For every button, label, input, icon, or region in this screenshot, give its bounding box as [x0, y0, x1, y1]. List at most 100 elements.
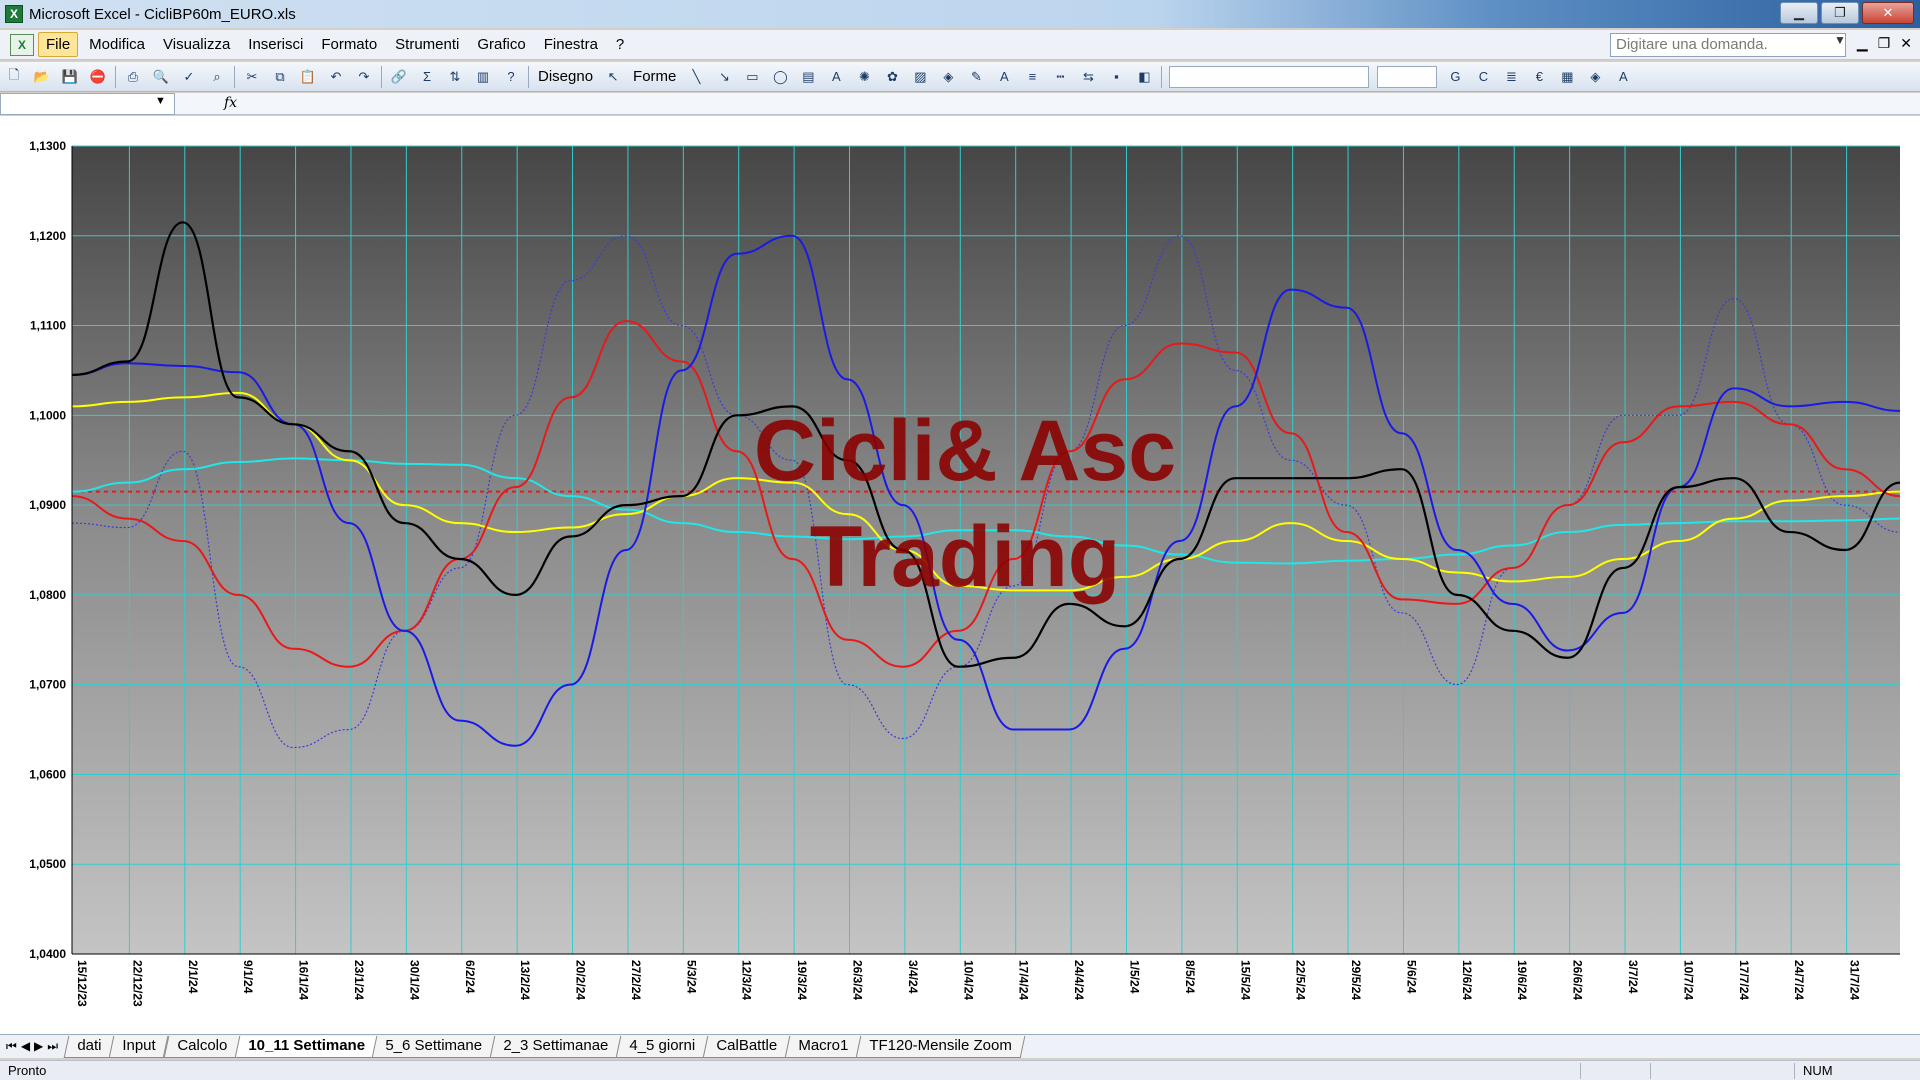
arrow-icon[interactable]: ↘: [713, 66, 735, 88]
fill-color-icon[interactable]: ◈: [1584, 66, 1606, 88]
oval-icon[interactable]: ◯: [769, 66, 791, 88]
copy-icon[interactable]: ⧉: [269, 66, 291, 88]
formula-bar: ▼ fx: [0, 93, 1920, 115]
menu-grafico[interactable]: Grafico: [470, 33, 532, 56]
workbook-icon[interactable]: X: [10, 33, 34, 56]
last-sheet-icon[interactable]: ⏭: [47, 1039, 58, 1054]
draw-menu-button[interactable]: Disegno: [538, 68, 593, 85]
font-size-combo[interactable]: [1377, 65, 1438, 88]
open-icon[interactable]: 📂: [31, 66, 53, 88]
undo-icon[interactable]: ↶: [325, 66, 347, 88]
name-box[interactable]: [0, 93, 175, 115]
rectangle-icon[interactable]: ▭: [741, 66, 763, 88]
ask-question-input[interactable]: Digitare una domanda.: [1610, 33, 1846, 57]
help-icon[interactable]: ?: [500, 66, 522, 88]
chart-area[interactable]: 1,1300 1,1200 1,1100 1,1000 1,0900 1,0800 1,07…: [0, 116, 1920, 1036]
chevron-down-icon[interactable]: ▼: [1834, 33, 1846, 47]
research-icon[interactable]: ⌕: [206, 66, 228, 88]
tab-10-11-settimane[interactable]: 10_11 Settimane: [234, 1035, 378, 1058]
x-tick-label: 3/4/24: [906, 960, 920, 994]
x-tick-label: 19/3/24: [795, 960, 809, 1000]
textbox-icon[interactable]: ▤: [797, 66, 819, 88]
redo-icon[interactable]: ↷: [353, 66, 375, 88]
doc-minimize-button[interactable]: ▁: [1857, 35, 1868, 52]
print-icon[interactable]: ⎙: [122, 66, 144, 88]
x-tick-label: 31/7/24: [1848, 960, 1862, 1000]
minimize-button[interactable]: ▁: [1780, 2, 1818, 24]
first-sheet-icon[interactable]: ⏮: [6, 1039, 17, 1054]
line-icon[interactable]: ╲: [685, 66, 707, 88]
new-icon[interactable]: 🗋: [3, 66, 25, 88]
menu-file[interactable]: File: [38, 32, 79, 57]
cut-icon[interactable]: ✂: [241, 66, 263, 88]
3d-icon[interactable]: ◧: [1133, 66, 1155, 88]
clipart-icon[interactable]: ✿: [881, 66, 903, 88]
paste-icon[interactable]: 📋: [297, 66, 319, 88]
x-tick-label: 5/6/24: [1404, 960, 1418, 994]
autoshapes-button[interactable]: Forme: [633, 68, 676, 85]
save-icon[interactable]: 💾: [59, 66, 81, 88]
tab-calcolo[interactable]: Calcolo: [163, 1035, 241, 1058]
y-tick-label: 1,0400: [29, 947, 66, 961]
bold-button[interactable]: G: [1444, 66, 1466, 88]
fx-icon[interactable]: fx: [224, 95, 237, 111]
prev-sheet-icon[interactable]: ◀: [21, 1039, 30, 1054]
tab-calbattle[interactable]: CalBattle: [702, 1035, 791, 1058]
y-axis-labels: 1,1300 1,1200 1,1100 1,1000 1,0900 1,0800 1,07…: [29, 139, 66, 961]
wordart-icon[interactable]: A: [825, 66, 847, 88]
chevron-down-icon[interactable]: ▼: [155, 95, 166, 107]
restore-button[interactable]: ❐: [1821, 2, 1859, 24]
borders-icon[interactable]: ▦: [1556, 66, 1578, 88]
print-preview-icon[interactable]: 🔍: [150, 66, 172, 88]
menu-visualizza[interactable]: Visualizza: [156, 33, 237, 56]
toolbar-separator: [381, 65, 382, 88]
tab-4-5-giorni[interactable]: 4_5 giorni: [615, 1035, 709, 1058]
menu-finestra[interactable]: Finestra: [537, 33, 605, 56]
chart-wizard-icon[interactable]: ▥: [472, 66, 494, 88]
tab-2-3-settimanae[interactable]: 2_3 Settimanae: [489, 1035, 622, 1058]
menu-strumenti[interactable]: Strumenti: [388, 33, 466, 56]
menu-help[interactable]: ?: [609, 33, 631, 56]
euro-button[interactable]: €: [1528, 66, 1550, 88]
doc-restore-button[interactable]: ❐: [1878, 35, 1891, 52]
fill-color-icon[interactable]: ◈: [937, 66, 959, 88]
font-color-icon[interactable]: A: [993, 66, 1015, 88]
x-tick-label: 23/1/24: [352, 960, 366, 1000]
dash-style-icon[interactable]: ┅: [1049, 66, 1071, 88]
font-color-icon[interactable]: A: [1612, 66, 1634, 88]
permission-icon[interactable]: ⛔: [87, 66, 109, 88]
next-sheet-icon[interactable]: ▶: [34, 1039, 43, 1054]
menu-formato[interactable]: Formato: [314, 33, 384, 56]
doc-close-button[interactable]: ✕: [1900, 35, 1912, 52]
x-tick-label: 3/7/24: [1626, 960, 1640, 994]
font-name-combo[interactable]: [1169, 65, 1370, 88]
autosum-icon[interactable]: Σ: [416, 66, 438, 88]
line-style-icon[interactable]: ≡: [1021, 66, 1043, 88]
sort-icon[interactable]: ⇅: [444, 66, 466, 88]
tab-5-6-settimane[interactable]: 5_6 Settimane: [372, 1035, 496, 1058]
y-tick-label: 1,1000: [29, 408, 66, 422]
y-tick-label: 1,0500: [29, 857, 66, 871]
select-objects-icon[interactable]: ↖: [602, 66, 624, 88]
line-color-icon[interactable]: ✎: [965, 66, 987, 88]
spelling-icon[interactable]: ✓: [178, 66, 200, 88]
chart-svg[interactable]: 1,1300 1,1200 1,1100 1,1000 1,0900 1,0800 1,07…: [0, 116, 1920, 1034]
arrow-style-icon[interactable]: ⇆: [1077, 66, 1099, 88]
close-button[interactable]: ✕: [1862, 2, 1914, 24]
tab-macro1[interactable]: Macro1: [784, 1035, 862, 1058]
shadow-icon[interactable]: ▪: [1105, 66, 1127, 88]
x-tick-label: 27/2/24: [629, 960, 643, 1000]
align-icon[interactable]: ≣: [1500, 66, 1522, 88]
x-tick-label: 1/5/24: [1127, 960, 1141, 994]
picture-icon[interactable]: ▨: [909, 66, 931, 88]
diagram-icon[interactable]: ✺: [853, 66, 875, 88]
tab-dati[interactable]: dati: [63, 1035, 115, 1058]
italic-button[interactable]: C: [1472, 66, 1494, 88]
hyperlink-icon[interactable]: 🔗: [388, 66, 410, 88]
document-controls: ▁ ❐ ✕: [1857, 35, 1912, 52]
tab-input[interactable]: Input: [108, 1035, 169, 1058]
tab-tf120-mensile-zoom[interactable]: TF120-Mensile Zoom: [855, 1035, 1025, 1058]
excel-app-icon[interactable]: X: [5, 5, 23, 23]
menu-modifica[interactable]: Modifica: [82, 33, 152, 56]
menu-inserisci[interactable]: Inserisci: [241, 33, 310, 56]
